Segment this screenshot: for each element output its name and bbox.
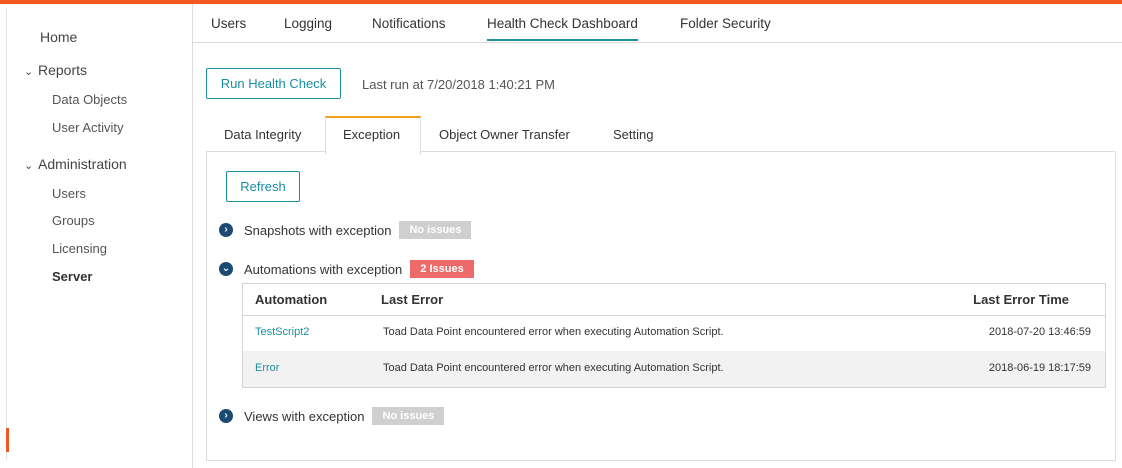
tab-health-check-dashboard[interactable]: Health Check Dashboard — [487, 16, 638, 41]
subtab-object-owner-transfer[interactable]: Object Owner Transfer — [439, 127, 570, 142]
last-error-text: Toad Data Point encountered error when e… — [383, 362, 724, 374]
sidebar-group-label: Administration — [38, 156, 127, 172]
tab-notifications[interactable]: Notifications — [372, 16, 446, 31]
section-label: Snapshots with exception — [244, 222, 392, 238]
sidebar-item-licensing[interactable]: Licensing — [52, 241, 107, 256]
left-accent-marker — [6, 428, 9, 452]
tab-logging[interactable]: Logging — [284, 16, 332, 31]
section-views[interactable]: › Views with exception No issues — [219, 407, 445, 425]
sidebar-item-groups[interactable]: Groups — [52, 213, 95, 228]
sidebar-item-user-activity[interactable]: User Activity — [52, 120, 124, 135]
left-divider — [6, 8, 7, 460]
column-header-last-error: Last Error — [381, 292, 444, 307]
sidebar-item-home[interactable]: Home — [40, 29, 77, 45]
status-badge: No issues — [399, 221, 472, 239]
last-run-text: Last run at 7/20/2018 1:40:21 PM — [362, 77, 555, 92]
tab-folder-security[interactable]: Folder Security — [680, 16, 771, 31]
automations-table: Automation Last Error Last Error Time Te… — [242, 283, 1106, 388]
table-row: Error Toad Data Point encountered error … — [243, 351, 1105, 387]
subtab-data-integrity[interactable]: Data Integrity — [224, 127, 301, 142]
chevron-down-icon[interactable]: ⌄ — [219, 262, 233, 276]
sidebar-group-administration[interactable]: ⌄ Administration — [24, 156, 127, 172]
column-header-last-error-time: Last Error Time — [973, 292, 1069, 307]
chevron-right-icon[interactable]: › — [219, 409, 233, 423]
sidebar: Home ⌄ Reports Data Objects User Activity… — [10, 4, 193, 468]
column-header-automation: Automation — [255, 292, 328, 307]
sidebar-group-label: Reports — [38, 62, 88, 78]
section-snapshots[interactable]: › Snapshots with exception No issues — [219, 221, 472, 239]
last-error-time: 2018-07-20 13:46:59 — [988, 326, 1091, 338]
status-badge: 2 Issues — [410, 260, 474, 278]
section-automations[interactable]: ⌄ Automations with exception 2 Issues — [219, 260, 474, 278]
chevron-right-icon[interactable]: › — [219, 223, 233, 237]
last-error-text: Toad Data Point encountered error when e… — [383, 326, 724, 338]
table-row: TestScript2 Toad Data Point encountered … — [243, 315, 1105, 351]
sidebar-group-reports[interactable]: ⌄ Reports — [24, 62, 87, 78]
sidebar-item-users[interactable]: Users — [52, 186, 86, 201]
tab-users[interactable]: Users — [211, 16, 246, 31]
last-error-time: 2018-06-19 18:17:59 — [988, 362, 1091, 374]
automation-link[interactable]: Error — [255, 362, 279, 374]
sidebar-item-data-objects[interactable]: Data Objects — [52, 92, 127, 107]
automation-link[interactable]: TestScript2 — [255, 326, 309, 338]
chevron-down-icon: ⌄ — [24, 160, 34, 172]
sidebar-item-server[interactable]: Server — [52, 269, 92, 284]
section-label: Views with exception — [244, 408, 365, 424]
top-tab-bar: Users Logging Notifications Health Check… — [193, 6, 1122, 43]
status-badge: No issues — [372, 407, 445, 425]
chevron-down-icon: ⌄ — [24, 66, 34, 78]
subtab-setting[interactable]: Setting — [613, 127, 653, 142]
section-label: Automations with exception — [244, 261, 403, 277]
run-health-check-button[interactable]: Run Health Check — [206, 68, 341, 99]
subtab-exception[interactable]: Exception — [343, 127, 400, 142]
refresh-button[interactable]: Refresh — [226, 171, 300, 202]
row-divider — [243, 315, 1105, 316]
